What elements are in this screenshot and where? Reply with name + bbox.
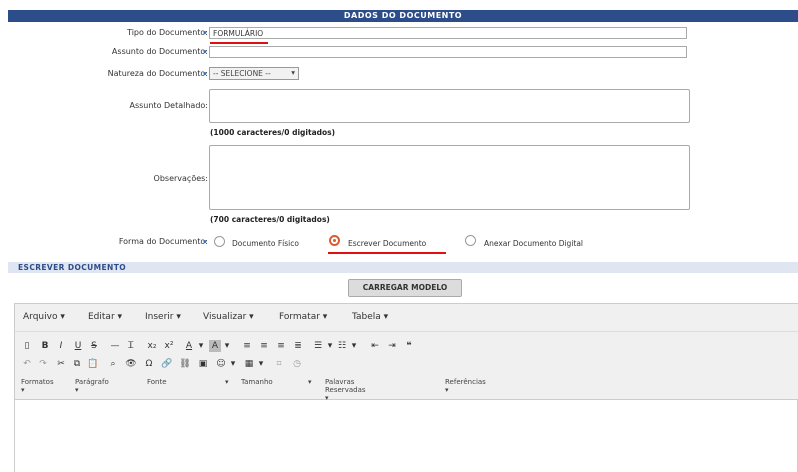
font-color-icon[interactable]: A (183, 340, 195, 352)
chevron-down-icon[interactable]: ▾ (348, 340, 360, 352)
tipo-documento-input[interactable]: FORMULÁRIO (209, 27, 687, 39)
fonte-dropdown[interactable]: Fonte (147, 378, 167, 386)
assunto-documento-label: Assunto do Documento: (111, 47, 208, 56)
forma-documento-label: Forma do Documento: (118, 237, 208, 246)
menu-tabela[interactable]: Tabela ▾ (352, 312, 388, 322)
radio-escrever-documento-label: Escrever Documento (348, 239, 427, 248)
chevron-down-icon[interactable]: ▾ (255, 358, 267, 370)
natureza-documento-select[interactable]: -- SELECIONE -- ▾ (209, 67, 299, 80)
chevron-down-icon[interactable]: ▾ (324, 340, 336, 352)
redo-icon[interactable]: ↷ (37, 358, 49, 370)
menu-inserir[interactable]: Inserir ▾ (145, 312, 181, 322)
bold-icon[interactable]: B (39, 340, 51, 352)
required-icon: • (202, 237, 208, 248)
code-icon[interactable]: ⌗ (273, 358, 285, 370)
indent-icon[interactable]: ⇥ (386, 340, 398, 352)
required-icon: • (202, 69, 208, 80)
image-icon[interactable]: ▣ (197, 358, 209, 370)
menu-editar[interactable]: Editar ▾ (88, 312, 122, 322)
underline-icon[interactable]: U (72, 340, 84, 352)
palavras-reservadas-dropdown[interactable]: Palavras Reservadas ▾ (325, 378, 366, 402)
horizontal-rule-icon[interactable]: — (109, 340, 121, 352)
unlink-icon[interactable]: ⛓ (179, 358, 191, 370)
radio-anexar-documento[interactable] (465, 235, 476, 246)
radio-documento-fisico[interactable] (214, 236, 225, 247)
carregar-modelo-button[interactable]: CARREGAR MODELO (348, 279, 462, 297)
menu-visualizar[interactable]: Visualizar ▾ (203, 312, 254, 322)
annotation-underline (210, 42, 268, 44)
history-icon[interactable]: ◷ (291, 358, 303, 370)
align-left-icon[interactable]: ≡ (241, 340, 253, 352)
chevron-down-icon[interactable]: ▾ (221, 340, 233, 352)
radio-anexar-documento-label: Anexar Documento Digital (484, 239, 584, 248)
emoticon-icon[interactable]: ☺ (215, 358, 227, 370)
editor-toolbar: ▯ B I U S — Ꮖ x₂ x² A ▾ A ▾ ≡ ≡ ≡ ≣ ☰ ▾ … (15, 332, 798, 402)
superscript-icon[interactable]: x² (163, 340, 175, 352)
escrever-documento-header: Escrever Documento (8, 262, 798, 273)
tamanho-dropdown[interactable]: Tamanho (241, 378, 273, 386)
align-justify-icon[interactable]: ≣ (292, 340, 304, 352)
copy-icon[interactable]: ⧉ (71, 358, 83, 370)
assunto-detalhado-label: Assunto Detalhado: (129, 101, 208, 110)
chevron-down-icon[interactable]: ▾ (227, 358, 239, 370)
radio-escrever-documento[interactable] (329, 235, 340, 246)
undo-icon[interactable]: ↶ (21, 358, 33, 370)
blockquote-icon[interactable]: ❝ (403, 340, 415, 352)
preview-icon[interactable]: 👁 (125, 358, 137, 370)
subscript-icon[interactable]: x₂ (146, 340, 158, 352)
bullet-list-icon[interactable]: ☰ (312, 340, 324, 352)
find-icon[interactable]: ⌕ (107, 358, 119, 370)
cut-icon[interactable]: ✂ (55, 358, 67, 370)
assunto-documento-input[interactable] (209, 46, 687, 58)
chevron-down-icon: ▾ (291, 68, 295, 77)
align-right-icon[interactable]: ≡ (275, 340, 287, 352)
natureza-select-value: -- SELECIONE -- (213, 69, 271, 78)
observacoes-counter: (700 caracteres/0 digitados) (210, 215, 330, 224)
natureza-documento-label: Natureza do Documento: (107, 69, 208, 78)
align-center-icon[interactable]: ≡ (258, 340, 270, 352)
rich-text-editor: Arquivo ▾ Editar ▾ Inserir ▾ Visualizar … (14, 303, 798, 472)
background-color-icon[interactable]: A (209, 340, 221, 352)
assunto-detalhado-counter: (1000 caracteres/0 digitados) (210, 128, 336, 137)
outdent-icon[interactable]: ⇤ (369, 340, 381, 352)
menu-formatar[interactable]: Formatar ▾ (279, 312, 327, 322)
required-icon: • (202, 28, 208, 39)
link-icon[interactable]: 🔗 (161, 358, 173, 370)
tamanho-chevron-icon[interactable]: ▾ (308, 378, 312, 386)
strikethrough-icon[interactable]: S (88, 340, 100, 352)
special-char-icon[interactable]: Ω (143, 358, 155, 370)
assunto-detalhado-textarea[interactable] (209, 89, 690, 123)
menu-arquivo[interactable]: Arquivo ▾ (23, 312, 65, 322)
editor-menubar: Arquivo ▾ Editar ▾ Inserir ▾ Visualizar … (15, 304, 798, 332)
table-icon[interactable]: ▦ (243, 358, 255, 370)
observacoes-textarea[interactable] (209, 145, 690, 210)
tipo-documento-label: Tipo do Documento: (127, 28, 208, 37)
clear-format-icon[interactable]: Ꮖ (125, 340, 137, 352)
referencias-dropdown[interactable]: Referências ▾ (445, 378, 486, 394)
numbered-list-icon[interactable]: ☷ (336, 340, 348, 352)
fonte-chevron-icon[interactable]: ▾ (225, 378, 229, 386)
section-header: Dados do Documento (8, 10, 798, 22)
paste-icon[interactable]: 📋 (87, 358, 99, 370)
formatos-dropdown[interactable]: Formatos ▾ (21, 378, 54, 394)
paragrafo-dropdown[interactable]: Parágrafo ▾ (75, 378, 109, 394)
new-document-icon[interactable]: ▯ (21, 340, 33, 352)
chevron-down-icon[interactable]: ▾ (195, 340, 207, 352)
required-icon: • (202, 47, 208, 58)
italic-icon[interactable]: I (55, 340, 67, 352)
annotation-underline (328, 252, 446, 254)
radio-documento-fisico-label: Documento Físico (232, 239, 299, 248)
observacoes-label: Observações: (153, 174, 208, 183)
editor-content-area[interactable] (15, 400, 797, 472)
